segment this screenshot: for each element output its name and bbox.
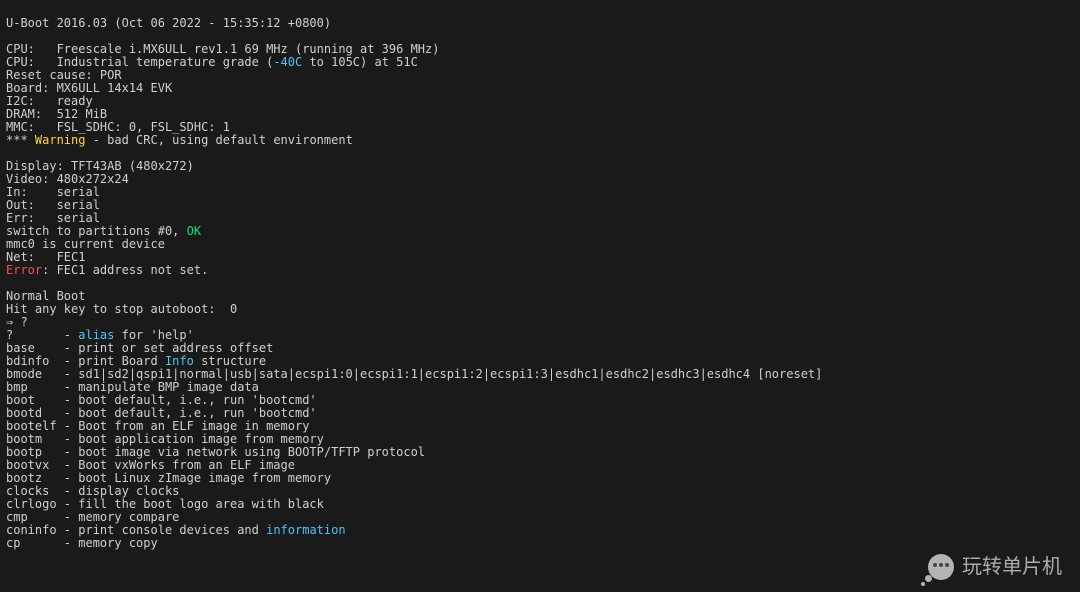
help-bmode: bmode - sd1|sd2|qspi1|normal|usb|sata|ec… bbox=[6, 367, 822, 381]
help-clocks: clocks - display clocks bbox=[6, 484, 179, 498]
net-line: Net: FEC1 bbox=[6, 250, 85, 264]
display-line: Display: TFT43AB (480x272) bbox=[6, 159, 194, 173]
error-label: Error bbox=[6, 263, 42, 277]
mmc0-line: mmc0 is current device bbox=[6, 237, 165, 251]
alias-keyword: alias bbox=[78, 328, 114, 342]
uboot-header: U-Boot 2016.03 (Oct 06 2022 - 15:35:12 +… bbox=[6, 16, 331, 30]
watermark-text: 玩转单片机 bbox=[962, 561, 1062, 574]
help-bdinfo-post: structure bbox=[194, 354, 266, 368]
help-q-post: for 'help' bbox=[114, 328, 193, 342]
help-base: base - print or set address offset bbox=[6, 341, 273, 355]
video-line: Video: 480x272x24 bbox=[6, 172, 129, 186]
reset-cause: Reset cause: POR bbox=[6, 68, 122, 82]
cpu-line-1: CPU: Freescale i.MX6ULL rev1.1 69 MHz (r… bbox=[6, 42, 439, 56]
help-coninfo-pre: coninfo - print console devices and bbox=[6, 523, 266, 537]
help-clrlogo: clrlogo - fill the boot logo area with b… bbox=[6, 497, 324, 511]
prompt-line[interactable]: ⇒ ? bbox=[6, 315, 28, 329]
terminal-output: U-Boot 2016.03 (Oct 06 2022 - 15:35:12 +… bbox=[0, 0, 1080, 554]
i2c-line: I2C: ready bbox=[6, 94, 93, 108]
help-boot: boot - boot default, i.e., run 'bootcmd' bbox=[6, 393, 317, 407]
help-q-pre: ? - bbox=[6, 328, 78, 342]
help-bmp: bmp - manipulate BMP image data bbox=[6, 380, 259, 394]
information-keyword: information bbox=[266, 523, 345, 537]
watermark: 玩转单片机 bbox=[928, 554, 1062, 580]
cpu-line-2-post: to 105C) at 51C bbox=[302, 55, 418, 69]
switch-pre: switch to partitions #0, bbox=[6, 224, 187, 238]
help-bootp: bootp - boot image via network using BOO… bbox=[6, 445, 425, 459]
dram-line: DRAM: 512 MiB bbox=[6, 107, 107, 121]
in-line: In: serial bbox=[6, 185, 100, 199]
ok-label: OK bbox=[187, 224, 201, 238]
help-cmp: cmp - memory compare bbox=[6, 510, 179, 524]
wechat-icon bbox=[928, 554, 954, 580]
board-line: Board: MX6ULL 14x14 EVK bbox=[6, 81, 172, 95]
autoboot-line: Hit any key to stop autoboot: 0 bbox=[6, 302, 237, 316]
help-cp: cp - memory copy bbox=[6, 536, 158, 550]
err-line: Err: serial bbox=[6, 211, 100, 225]
warning-label: Warning bbox=[35, 133, 86, 147]
help-bootelf: bootelf - Boot from an ELF image in memo… bbox=[6, 419, 309, 433]
warn-pre: *** bbox=[6, 133, 35, 147]
cpu-line-2-pre: CPU: Industrial temperature grade ( bbox=[6, 55, 273, 69]
warn-post: - bad CRC, using default environment bbox=[85, 133, 352, 147]
out-line: Out: serial bbox=[6, 198, 100, 212]
help-bdinfo-pre: bdinfo - print Board bbox=[6, 354, 165, 368]
help-bootd: bootd - boot default, i.e., run 'bootcmd… bbox=[6, 406, 317, 420]
help-bootvx: bootvx - Boot vxWorks from an ELF image bbox=[6, 458, 295, 472]
help-bootz: bootz - boot Linux zImage image from mem… bbox=[6, 471, 331, 485]
mmc-line: MMC: FSL_SDHC: 0, FSL_SDHC: 1 bbox=[6, 120, 230, 134]
temp-minus40c: -40C bbox=[273, 55, 302, 69]
normal-boot: Normal Boot bbox=[6, 289, 85, 303]
error-post: : FEC1 address not set. bbox=[42, 263, 208, 277]
help-bootm: bootm - boot application image from memo… bbox=[6, 432, 324, 446]
info-keyword: Info bbox=[165, 354, 194, 368]
